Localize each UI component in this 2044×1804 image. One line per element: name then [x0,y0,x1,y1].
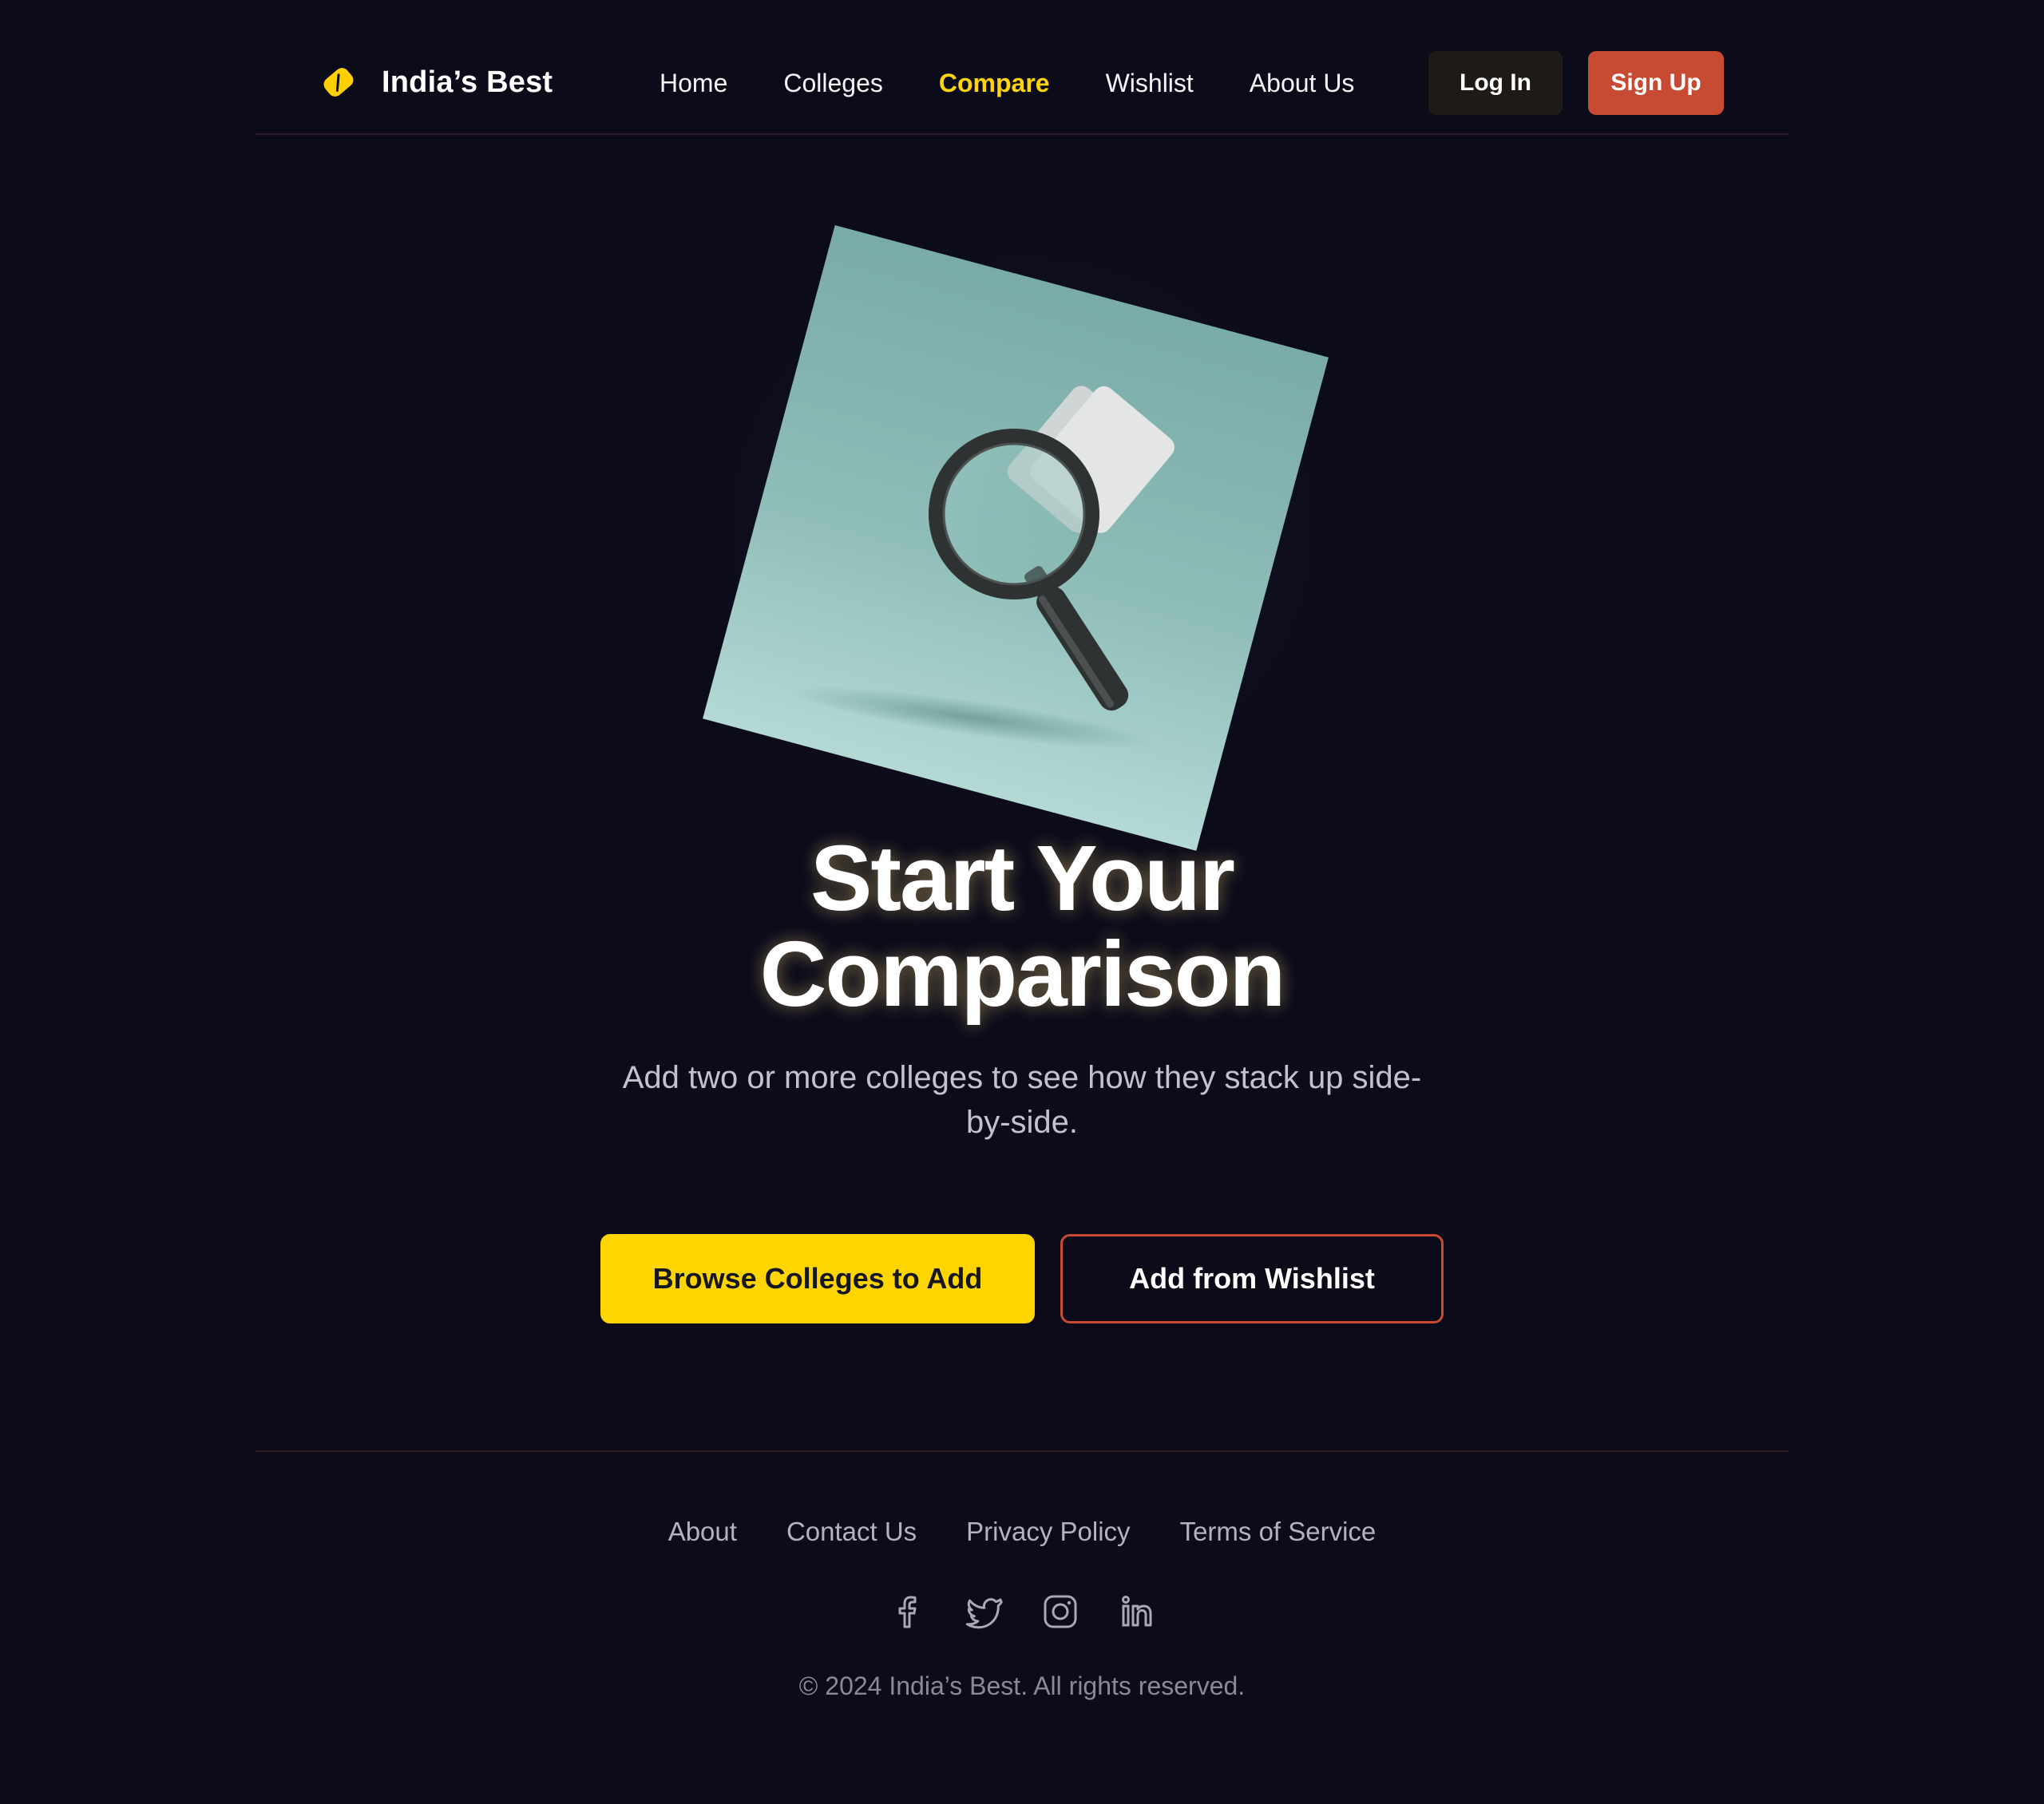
footer-link-terms-of-service[interactable]: Terms of Service [1180,1517,1377,1547]
twitter-icon[interactable] [964,1592,1004,1632]
hero-title-line-1: Start Your [810,826,1235,930]
compare-page: India’s Best Home Colleges Compare Wishl… [0,0,2044,1804]
hero-subtitle: Add two or more colleges to see how they… [622,1060,1422,1140]
signup-button[interactable]: Sign Up [1588,51,1724,115]
brand-name: India’s Best [382,65,553,99]
footer-link-about[interactable]: About [668,1517,737,1547]
site-header: India’s Best Home Colleges Compare Wishl… [256,0,1788,135]
instagram-icon[interactable] [1040,1592,1080,1632]
brand-logo[interactable]: India’s Best [319,62,553,102]
tag-icon [323,68,354,97]
add-from-wishlist-button[interactable]: Add from Wishlist [1060,1234,1444,1323]
footer-link-privacy-policy[interactable]: Privacy Policy [966,1517,1130,1547]
linkedin-icon[interactable] [1117,1592,1157,1632]
copyright-text: © 2024 India’s Best. All rights reserved… [798,1671,1246,1700]
nav-item-about-us[interactable]: About Us [1250,69,1355,98]
social-links [0,1592,2044,1632]
footer-link-contact-us[interactable]: Contact Us [786,1517,917,1547]
nav-item-compare[interactable]: Compare [939,69,1050,98]
footer-links: About Contact Us Privacy Policy Terms of… [0,1517,2044,1547]
hero-title-line-2: Comparison [759,922,1286,1026]
nav-item-colleges[interactable]: Colleges [783,69,883,98]
login-button[interactable]: Log In [1428,51,1563,115]
footer-divider [256,1450,1788,1452]
nav-item-wishlist[interactable]: Wishlist [1106,69,1194,98]
nav-item-home[interactable]: Home [660,69,727,98]
main-nav: Home Colleges Compare Wishlist About Us [660,64,1410,102]
browse-colleges-button[interactable]: Browse Colleges to Add [600,1234,1035,1323]
facebook-icon[interactable] [887,1592,927,1632]
hero-title: Start Your Comparison [543,830,1501,1022]
